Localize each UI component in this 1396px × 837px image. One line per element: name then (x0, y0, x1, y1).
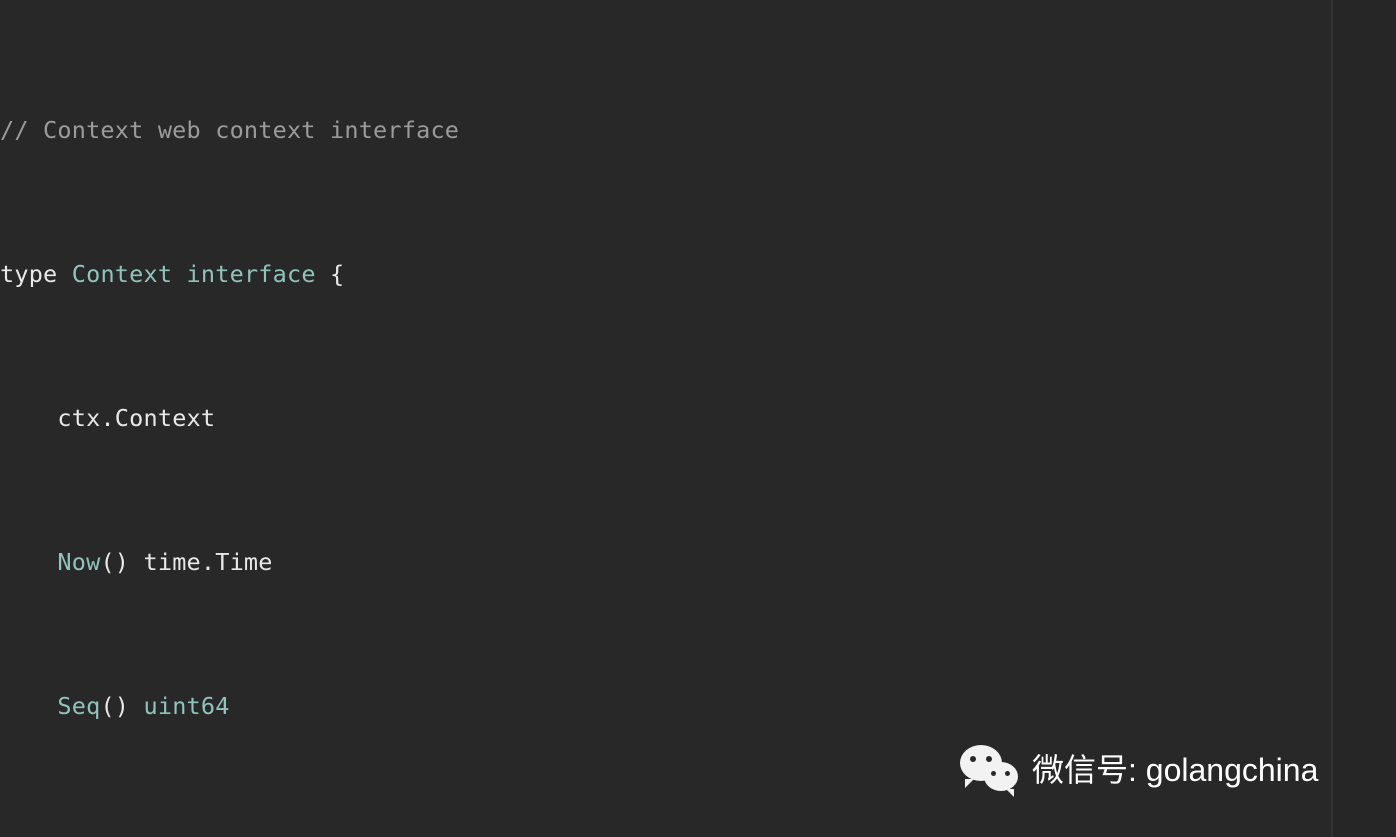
comment-token: // Context web context interface (0, 116, 460, 144)
return-type-token: uint64 (143, 692, 230, 720)
indent-token (0, 548, 57, 576)
interface-keyword-token: interface (186, 260, 316, 288)
indent-token (0, 404, 57, 432)
method-name-token: Now (57, 548, 101, 576)
embedded-type-token: ctx.Context (57, 404, 216, 432)
open-brace-token: { (315, 260, 345, 288)
code-line: Seq() uint64 (0, 688, 1340, 724)
indent-token (0, 692, 57, 720)
method-name-token: Seq (57, 692, 101, 720)
code-screenshot: // Context web context interface type Co… (0, 0, 1396, 837)
editor-right-panel (1331, 0, 1396, 837)
type-name-token: Context (71, 260, 173, 288)
return-type-token: time.Time (143, 548, 273, 576)
code-line: ServiceMethod() string (0, 832, 1340, 837)
code-line: type Context interface { (0, 256, 1340, 292)
code-line: // Context web context interface (0, 112, 1340, 148)
parens-token: () (100, 692, 144, 720)
code-line: ctx.Context (0, 400, 1340, 436)
code-line: Now() time.Time (0, 544, 1340, 580)
keyword-type-token: type (0, 260, 72, 288)
parens-token: () (100, 548, 144, 576)
code-editor-content[interactable]: // Context web context interface type Co… (0, 0, 1340, 837)
